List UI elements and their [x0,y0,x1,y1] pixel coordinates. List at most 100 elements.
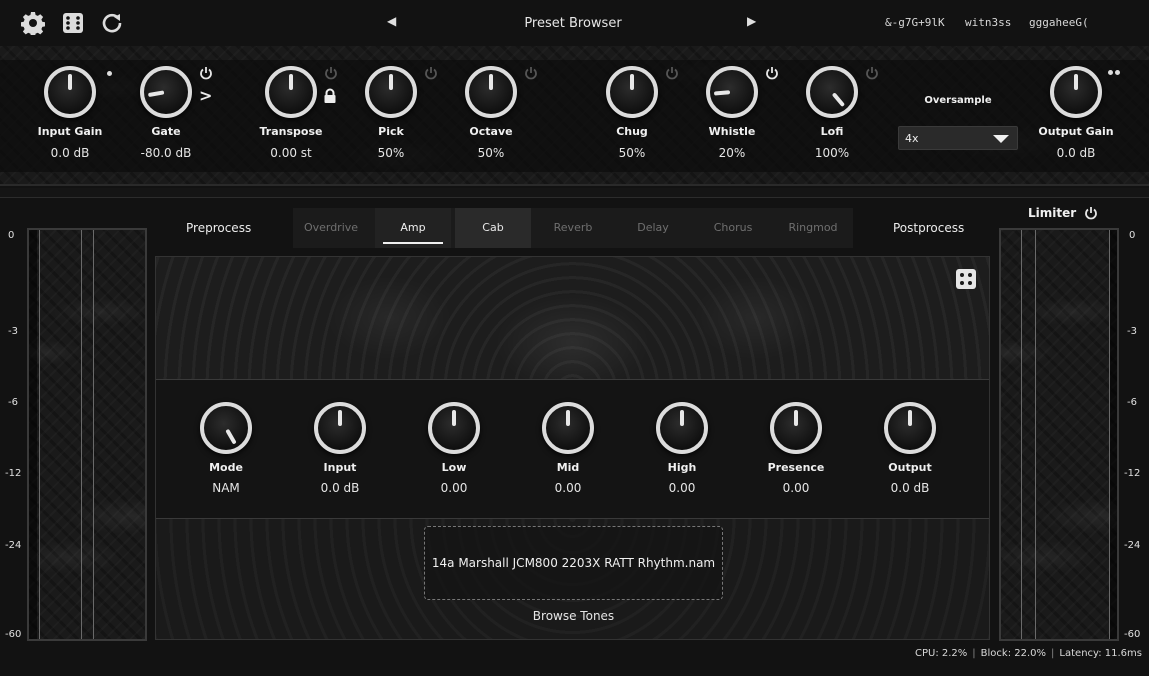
meter-scale-label: -24 [1124,540,1141,551]
high-label: High [667,461,697,474]
gate-power-icon[interactable] [199,66,213,80]
whistle-power-icon[interactable] [765,66,779,80]
whistle-value: 20% [718,146,746,160]
pick-knob[interactable] [365,66,417,118]
slot-2[interactable]: witn3ss [965,16,1011,29]
transpose-knob[interactable] [265,66,317,118]
tone-file-name: 14a Marshall JCM800 2203X RATT Rhythm.na… [431,556,716,570]
oversample-value: 4x [905,132,919,145]
meter-line [39,230,40,639]
mode-value: NAM [212,481,240,495]
reset-icon[interactable] [99,10,125,36]
presence-value: 0.00 [782,481,810,495]
lofi-power-icon[interactable] [865,66,879,80]
cpu-usage: CPU: 2.2% [915,648,968,659]
amp-input-value: 0.0 dB [320,481,360,495]
amp-output-label: Output [888,461,932,474]
browse-tones-button[interactable]: Browse Tones [424,609,723,623]
meter-scale-label: -12 [1124,468,1141,479]
pick-power-icon[interactable] [424,66,438,80]
octave-knob[interactable] [465,66,517,118]
meter-line [1109,230,1110,639]
input-level-meter [27,228,147,641]
low-value: 0.00 [440,481,468,495]
tab-chorus[interactable]: Chorus [695,208,771,248]
mid-value: 0.00 [554,481,582,495]
tab-reverb[interactable]: Reverb [535,208,611,248]
presence-knob[interactable] [770,402,822,454]
lofi-knob[interactable] [806,66,858,118]
amp-output-knob[interactable] [884,402,936,454]
input-gain-knob[interactable] [44,66,96,118]
latency-readout: Latency: 11.6ms [1059,648,1142,659]
pick-value: 50% [377,146,405,160]
slot-3[interactable]: gggaheeG( [1029,16,1089,29]
meter-line [1035,230,1036,639]
tab-preprocess[interactable]: Preprocess [186,221,251,235]
high-knob[interactable] [656,402,708,454]
presence-label: Presence [767,461,825,474]
preset-browser-title[interactable]: Preset Browser [503,16,643,31]
tab-ringmod[interactable]: Ringmod [775,208,851,248]
dice-icon[interactable] [60,10,86,36]
indicator-dot-icon [1115,70,1120,75]
status-bar: CPU: 2.2% | Block: 22.0% | Latency: 11.6ms [915,648,1142,659]
input-gain-label: Input Gain [37,125,103,138]
randomize-dice-icon[interactable] [956,269,976,289]
output-gain-knob[interactable] [1050,66,1102,118]
limiter-power-icon[interactable] [1084,206,1098,220]
gear-icon[interactable] [20,10,46,36]
transpose-value: 0.00 st [270,146,312,160]
transpose-power-icon[interactable] [324,66,338,80]
section-divider [0,188,1149,198]
tab-overdrive[interactable]: Overdrive [293,208,369,248]
gate-expand-button[interactable]: > [199,86,212,105]
meter-scale-label: -6 [8,397,18,408]
octave-power-icon[interactable] [524,66,538,80]
meter-scale-label: -60 [5,629,22,640]
gate-label: Gate [151,125,181,138]
next-preset-button[interactable]: ▶ [747,14,756,28]
meter-scale-label: -3 [1127,326,1137,337]
input-gain-value: 0.0 dB [50,146,90,160]
meter-channel [29,230,37,639]
transpose-label: Transpose [259,125,323,138]
tab-cab[interactable]: Cab [455,208,531,248]
meter-scale-label: -3 [8,326,18,337]
whistle-label: Whistle [708,125,756,138]
gate-knob[interactable] [140,66,192,118]
chug-power-icon[interactable] [665,66,679,80]
prev-preset-button[interactable]: ◀ [387,14,396,28]
tab-delay[interactable]: Delay [615,208,691,248]
effect-tabs: Overdrive Amp Cab Reverb Delay Chorus Ri… [293,208,853,248]
meter-scale-label: -60 [1124,629,1141,640]
amp-panel: Mode NAM Input 0.0 dB Low 0.00 Mid 0.00 … [155,256,990,640]
octave-value: 50% [477,146,505,160]
tone-file-dropzone[interactable]: 14a Marshall JCM800 2203X RATT Rhythm.na… [424,526,723,600]
output-gain-label: Output Gain [1038,125,1114,138]
tab-amp[interactable]: Amp [375,208,451,248]
gate-value: -80.0 dB [140,146,192,160]
mid-knob[interactable] [542,402,594,454]
meter-line [93,230,94,639]
slot-1[interactable]: &-g7G+9lK [885,16,945,29]
tab-postprocess[interactable]: Postprocess [893,221,964,235]
top-toolbar: ◀ Preset Browser ▶ &-g7G+9lK witn3ss ggg… [0,0,1149,46]
meter-scale-label: -12 [5,468,22,479]
octave-label: Octave [469,125,513,138]
low-knob[interactable] [428,402,480,454]
tone-loader: 14a Marshall JCM800 2203X RATT Rhythm.na… [156,519,989,639]
indicator-dot-icon [107,71,112,76]
lock-icon[interactable] [323,88,337,104]
mode-knob[interactable] [200,402,252,454]
chug-knob[interactable] [606,66,658,118]
meter-scale-label: -6 [1127,397,1137,408]
oversample-select[interactable]: 4x [898,126,1018,150]
block-usage: Block: 22.0% [980,648,1047,659]
amp-input-knob[interactable] [314,402,366,454]
amp-input-label: Input [323,461,357,474]
output-gain-value: 0.0 dB [1056,146,1096,160]
chevron-down-icon [993,135,1009,143]
indicator-dot-icon [1108,70,1113,75]
whistle-knob[interactable] [706,66,758,118]
